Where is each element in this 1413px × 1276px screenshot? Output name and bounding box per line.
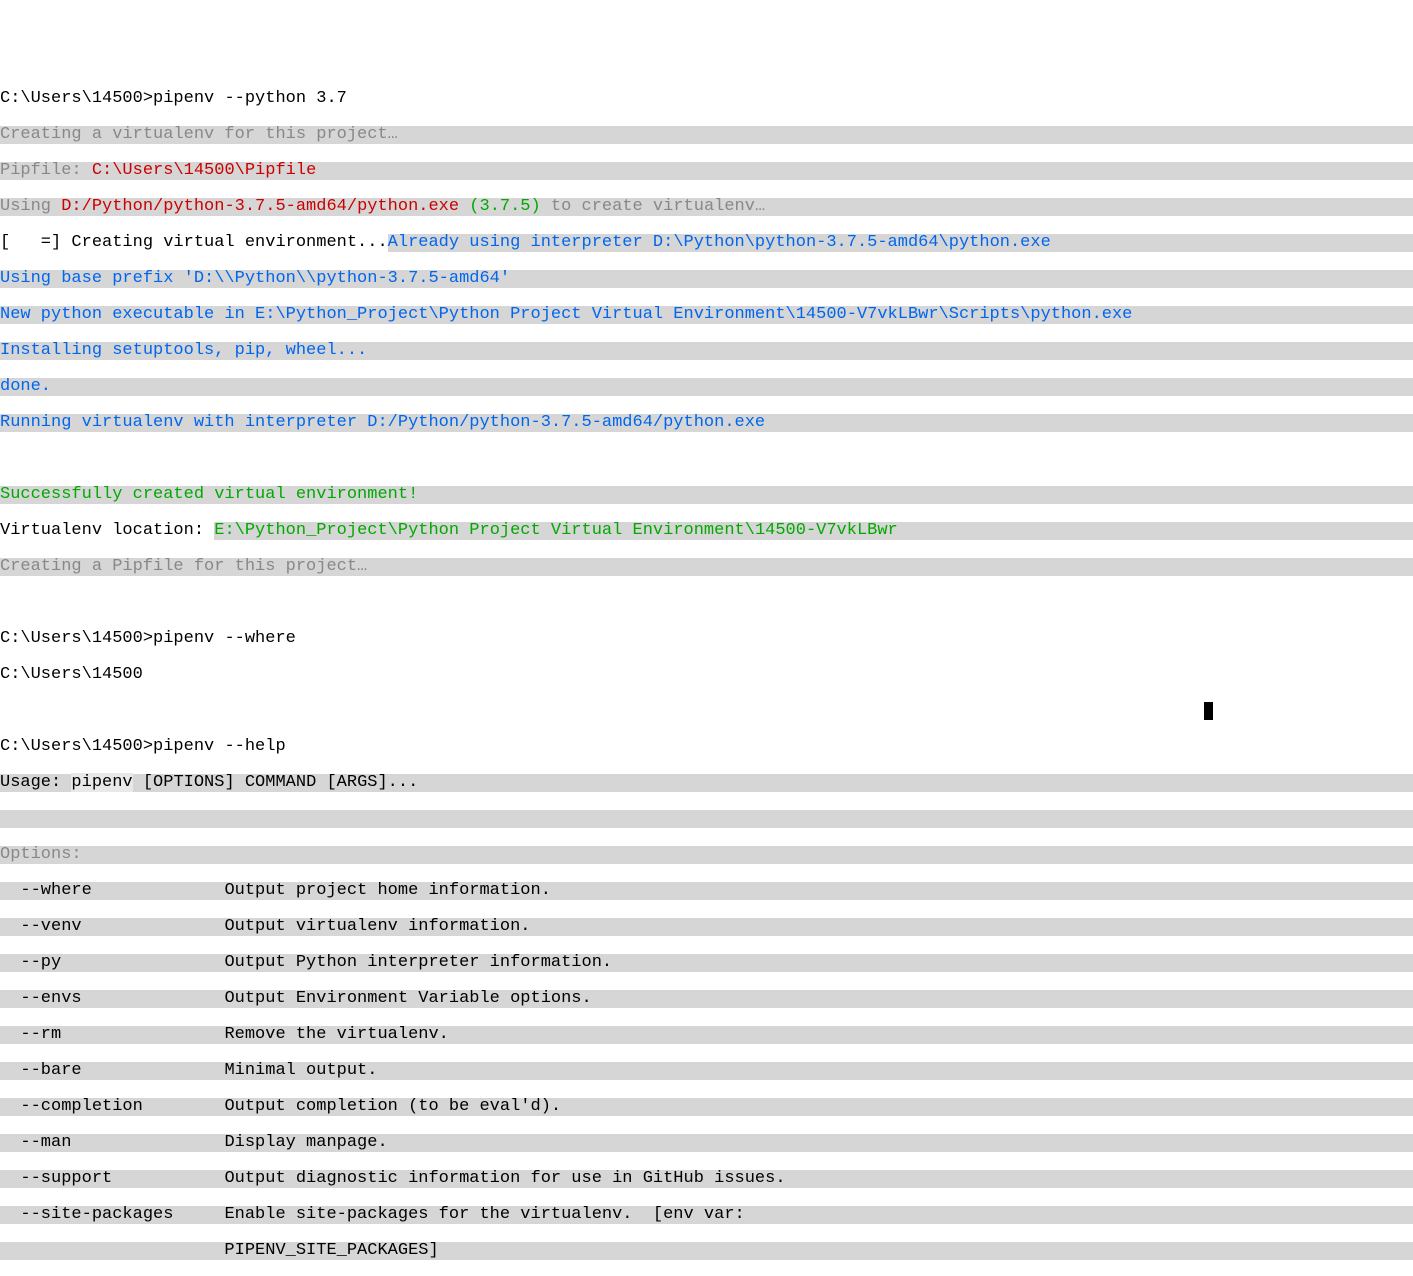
output-line: [ =] Creating virtual environment...Alre… bbox=[0, 234, 1413, 252]
prompt-line-1: C:\Users\14500>pipenv --python 3.7 bbox=[0, 90, 1413, 108]
output-line: Using D:/Python/python-3.7.5-amd64/pytho… bbox=[0, 198, 1413, 216]
options-header: Options: bbox=[0, 846, 1413, 864]
option-row: --site-packages Enable site-packages for… bbox=[0, 1206, 1413, 1224]
prompt-line-3: C:\Users\14500>pipenv --help bbox=[0, 738, 1413, 756]
output-line: Usage: pipenv [OPTIONS] COMMAND [ARGS]..… bbox=[0, 774, 1413, 792]
terminal[interactable]: C:\Users\14500>pipenv --python 3.7 Creat… bbox=[0, 72, 1413, 1276]
output-line: Virtualenv location: E:\Python_Project\P… bbox=[0, 522, 1413, 540]
output-line: Installing setuptools, pip, wheel... bbox=[0, 342, 1413, 360]
output-line: Successfully created virtual environment… bbox=[0, 486, 1413, 504]
command-text: pipenv --where bbox=[153, 629, 296, 648]
option-row-continuation: PIPENV_SITE_PACKAGES] bbox=[0, 1242, 1413, 1260]
option-row: --rm Remove the virtualenv. bbox=[0, 1026, 1413, 1044]
output-line: Creating a virtualenv for this project… bbox=[0, 126, 1413, 144]
cursor-line bbox=[0, 702, 1413, 720]
option-row: --completion Output completion (to be ev… bbox=[0, 1098, 1413, 1116]
prompt-path: C:\Users\14500> bbox=[0, 629, 153, 648]
blank-line bbox=[0, 594, 1413, 612]
option-row: --where Output project home information. bbox=[0, 882, 1413, 900]
output-line: Running virtualenv with interpreter D:/P… bbox=[0, 414, 1413, 432]
blank-line bbox=[0, 450, 1413, 468]
blank-line bbox=[0, 810, 1413, 828]
option-row: --bare Minimal output. bbox=[0, 1062, 1413, 1080]
prompt-path: C:\Users\14500> bbox=[0, 737, 153, 756]
output-line: New python executable in E:\Python_Proje… bbox=[0, 306, 1413, 324]
option-row: --venv Output virtualenv information. bbox=[0, 918, 1413, 936]
output-line: done. bbox=[0, 378, 1413, 396]
output-line: Creating a Pipfile for this project… bbox=[0, 558, 1413, 576]
option-row: --py Output Python interpreter informati… bbox=[0, 954, 1413, 972]
option-row: --man Display manpage. bbox=[0, 1134, 1413, 1152]
option-row: --support Output diagnostic information … bbox=[0, 1170, 1413, 1188]
output-line: Using base prefix 'D:\\Python\\python-3.… bbox=[0, 270, 1413, 288]
output-line: C:\Users\14500 bbox=[0, 666, 1413, 684]
command-text: pipenv --python 3.7 bbox=[153, 89, 347, 108]
prompt-path: C:\Users\14500> bbox=[0, 89, 153, 108]
cursor-icon bbox=[1204, 702, 1213, 720]
prompt-line-2: C:\Users\14500>pipenv --where bbox=[0, 630, 1413, 648]
command-text: pipenv --help bbox=[153, 737, 286, 756]
option-row: --envs Output Environment Variable optio… bbox=[0, 990, 1413, 1008]
output-line: Pipfile: C:\Users\14500\Pipfile bbox=[0, 162, 1413, 180]
